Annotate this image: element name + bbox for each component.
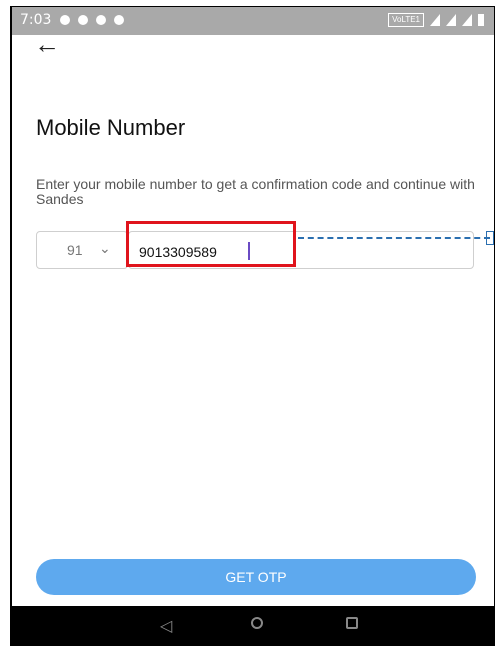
volte-badge: VoLTE1 [388, 13, 424, 27]
notification-icon [96, 15, 106, 25]
country-code-value: 91 [67, 242, 83, 258]
back-arrow-icon[interactable]: ← [34, 31, 60, 57]
notification-icon [78, 15, 88, 25]
wifi-icon [430, 14, 440, 26]
annotation-line [298, 237, 490, 239]
notification-icon [60, 15, 70, 25]
annotation-marker [486, 231, 494, 245]
nav-recent-apps-icon[interactable] [346, 617, 358, 629]
notification-icons [60, 15, 124, 25]
system-icons: VoLTE1 [388, 13, 484, 27]
status-bar: 7:03 VoLTE1 [12, 7, 494, 35]
nav-back-icon[interactable]: ◁ [160, 616, 172, 636]
nav-home-icon[interactable] [251, 617, 263, 629]
battery-icon [478, 14, 484, 26]
navigation-bar: ◁ [12, 606, 494, 646]
chevron-down-icon: ⌄ [99, 240, 111, 256]
country-code-select[interactable]: 91 ⌄ [36, 231, 128, 269]
page-title: Mobile Number [36, 115, 186, 140]
get-otp-button[interactable]: GET OTP [36, 559, 476, 595]
status-time: 7:03 [20, 12, 52, 28]
signal-icon [446, 14, 456, 26]
notification-icon [114, 15, 124, 25]
description-text: Enter your mobile number to get a confir… [36, 176, 475, 207]
phone-screen: 7:03 VoLTE1 ← Mobile Number Enter your m… [10, 6, 495, 646]
highlight-box [126, 221, 296, 267]
signal-icon [462, 14, 472, 26]
